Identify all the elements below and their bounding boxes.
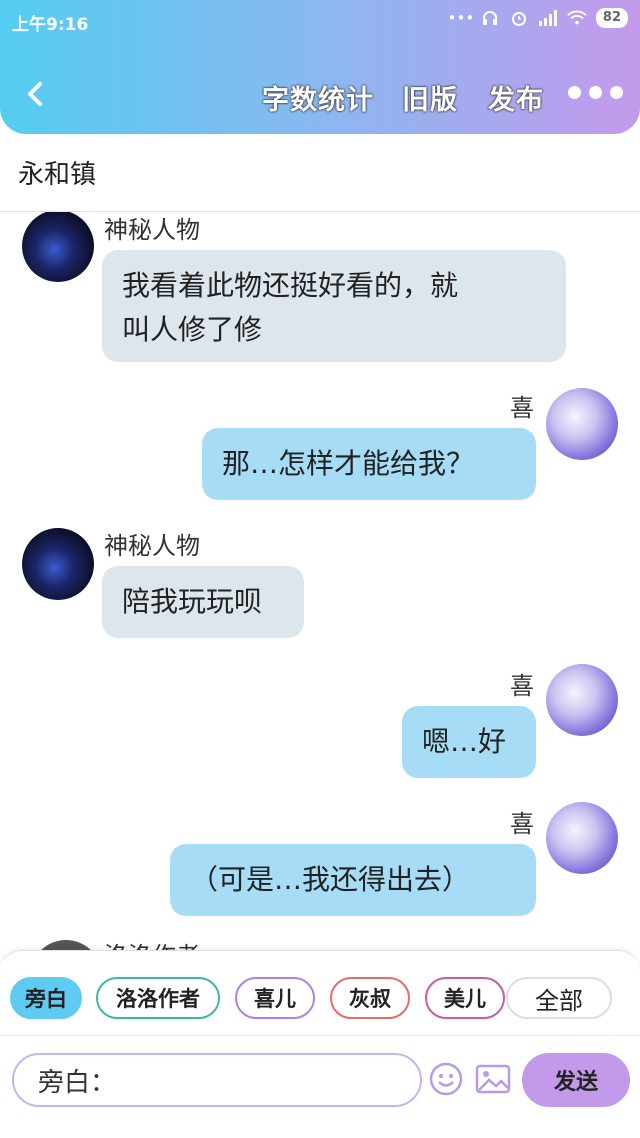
input-panel: 旁白 洛洛作者 喜儿 灰叔 美儿 全部 旁白： 发送 — [0, 950, 640, 1138]
chat-list[interactable]: 神秘人物 我看着此物还挺好看的，就 叫人修了修 喜 那…怎样才能给我？ 神秘人物… — [0, 212, 640, 950]
role-chip-author[interactable]: 洛洛作者 — [96, 977, 220, 1019]
old-version-button[interactable]: 旧版 — [402, 78, 458, 117]
word-count-button[interactable]: 字数统计 — [262, 78, 374, 117]
status-bar: 上午9:16 ••• 82 — [0, 0, 640, 42]
message-line: 叫人修了修 — [122, 313, 263, 346]
message-line: 那…怎样才能给我？ — [222, 447, 475, 480]
message-bubble[interactable]: （可是…我还得出去） — [170, 844, 536, 916]
avatar[interactable] — [546, 664, 618, 736]
sender-name: 喜 — [510, 810, 534, 838]
wifi-icon — [567, 8, 587, 28]
avatar[interactable] — [546, 802, 618, 874]
chapter-title: 永和镇 — [18, 160, 97, 190]
message-bubble[interactable]: 那…怎样才能给我？ — [202, 428, 536, 500]
nav-bar: 字数统计 旧版 发布 — [0, 62, 640, 128]
message-line: 我看着此物还挺好看的，就 — [122, 269, 459, 302]
sender-name: 喜 — [510, 672, 534, 700]
message-line: （可是…我还得出去） — [190, 863, 471, 896]
message-input[interactable]: 旁白： — [12, 1053, 422, 1107]
chevron-left-icon — [28, 82, 42, 106]
battery-indicator: 82 — [595, 8, 628, 28]
more-options-icon[interactable] — [568, 86, 623, 99]
role-chip-mei[interactable]: 美儿 — [425, 977, 505, 1019]
send-button[interactable]: 发送 — [522, 1053, 630, 1107]
avatar[interactable] — [22, 528, 94, 600]
message-bubble[interactable]: 陪我玩玩呗 — [102, 566, 304, 638]
message-line: 陪我玩玩呗 — [122, 585, 263, 618]
avatar[interactable] — [22, 212, 94, 282]
message-bubble[interactable]: 嗯…好 — [402, 706, 536, 778]
publish-button[interactable]: 发布 — [488, 78, 544, 117]
divider — [0, 1035, 640, 1036]
back-button[interactable] — [18, 76, 54, 112]
message-input-value: 旁白： — [38, 1067, 117, 1098]
headphones-icon — [480, 8, 500, 28]
signal-icon — [538, 8, 558, 28]
role-chip-narration[interactable]: 旁白 — [10, 977, 82, 1019]
role-chip-hui[interactable]: 灰叔 — [330, 977, 410, 1019]
header-bar: 上午9:16 ••• 82 字数统计 旧版 发布 — [0, 0, 640, 134]
sender-name: 洛洛作者 — [104, 936, 200, 950]
dots-icon: ••• — [447, 9, 475, 27]
image-icon[interactable] — [474, 1061, 512, 1097]
status-icons: ••• 82 — [447, 8, 628, 28]
sender-name: 喜 — [510, 394, 534, 422]
role-chips: 旁白 洛洛作者 喜儿 灰叔 美儿 全部 — [10, 977, 630, 1021]
emoji-icon[interactable] — [428, 1061, 464, 1097]
chapter-title-row[interactable]: 永和镇 — [0, 134, 640, 212]
message-bubble[interactable]: 我看着此物还挺好看的，就 叫人修了修 — [102, 250, 566, 362]
sender-name: 神秘人物 — [104, 216, 200, 244]
message-line: 嗯…好 — [422, 725, 507, 758]
avatar[interactable] — [546, 388, 618, 460]
alarm-icon — [509, 8, 529, 28]
role-chip-all[interactable]: 全部 — [506, 977, 612, 1019]
sender-name: 神秘人物 — [104, 532, 200, 560]
avatar[interactable] — [30, 940, 102, 950]
role-chip-xi[interactable]: 喜儿 — [235, 977, 315, 1019]
status-time: 上午9:16 — [12, 15, 89, 35]
